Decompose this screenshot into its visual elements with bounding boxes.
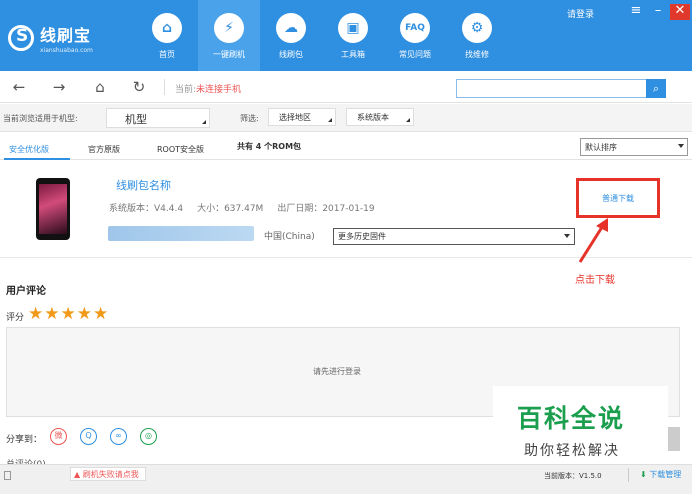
- qzone-icon[interactable]: Q: [80, 428, 97, 445]
- connection-status: 当前:未连接手机: [175, 82, 241, 95]
- download-manager-label: 下载管理: [649, 470, 682, 479]
- divider: [628, 468, 629, 482]
- home-icon: ⌂: [152, 13, 182, 43]
- nav-label: 常见问题: [399, 50, 431, 59]
- rom-count: 共有 4 个ROM包: [237, 142, 302, 151]
- total-comments: 总评论(0): [6, 457, 46, 464]
- nav-label: 工具箱: [341, 50, 365, 59]
- app-domain: xianshuabao.com: [40, 47, 93, 54]
- wechat-icon[interactable]: ◎: [140, 428, 157, 445]
- rating-label: 评分: [6, 313, 25, 323]
- model-label: 当前浏览适用于机型:: [3, 114, 78, 123]
- dropdown-corner-icon: [328, 118, 332, 122]
- active-tab-indicator: [4, 158, 70, 160]
- version-select[interactable]: 系统版本: [346, 108, 414, 126]
- rom-size: 大小：637.47M: [197, 204, 264, 214]
- repair-icon: ⚙: [462, 13, 492, 43]
- model-selector[interactable]: 机型: [106, 108, 210, 128]
- nav-label: 线刷包: [279, 50, 303, 59]
- nav-item-repair[interactable]: ⚙ 找维修: [446, 0, 508, 71]
- flash-failed-help[interactable]: ▲ 刷机失败请点我: [70, 467, 146, 481]
- watermark-subtitle: 助你轻松解决: [524, 443, 620, 459]
- nav-label: 首页: [159, 50, 175, 59]
- logo-icon: [8, 25, 34, 51]
- tab-official[interactable]: 官方原版: [88, 144, 120, 155]
- tab-root-safe[interactable]: ROOT安全版: [157, 144, 204, 155]
- version-select-value: 系统版本: [357, 113, 389, 122]
- dropdown-corner-icon: [406, 118, 410, 122]
- history-firmware-value: 更多历史固件: [338, 232, 386, 241]
- login-link[interactable]: 请登录: [567, 7, 594, 20]
- forward-arrow-icon[interactable]: →: [48, 76, 70, 98]
- download-manager-button[interactable]: ⬇ 下载管理: [640, 469, 681, 480]
- nav-item-home[interactable]: ⌂ 首页: [136, 0, 198, 71]
- nav-item-faq[interactable]: FAQ 常见问题: [384, 0, 446, 71]
- current-version: 当前版本：V1.5.0: [544, 472, 602, 480]
- chevron-down-icon: [564, 234, 570, 238]
- rom-name[interactable]: 线刷包名称: [116, 177, 171, 193]
- app-name: 线刷宝: [40, 26, 92, 45]
- sort-value: 默认排序: [585, 143, 617, 152]
- main-nav: ⌂ 首页 ⚡ 一键刷机 ☁ 线刷包 ▣ 工具箱 FAQ 常见问题 ⚙ 找维修: [136, 0, 508, 71]
- normal-download-button[interactable]: 普通下载: [602, 193, 634, 204]
- weibo-icon[interactable]: 微: [50, 428, 67, 445]
- scrollbar[interactable]: [666, 427, 680, 451]
- nav-label: 一键刷机: [213, 50, 245, 59]
- home-small-icon[interactable]: ⌂: [89, 76, 111, 98]
- comments-title: 用户评论: [6, 286, 46, 297]
- nav-item-rom-packages[interactable]: ☁ 线刷包: [260, 0, 322, 71]
- model-value: 机型: [125, 113, 147, 126]
- pointer-arrow-icon: [578, 218, 608, 263]
- rating-stars[interactable]: ★★★★★: [28, 304, 109, 324]
- blurred-filename: [108, 226, 254, 241]
- divider: [164, 79, 165, 95]
- sort-select[interactable]: 默认排序: [580, 138, 688, 156]
- search-input[interactable]: [456, 79, 646, 98]
- rom-region: 中国(China): [264, 232, 315, 242]
- region-select-value: 选择地区: [279, 113, 311, 122]
- refresh-icon[interactable]: ↻: [128, 76, 150, 98]
- nav-item-one-click-flash[interactable]: ⚡ 一键刷机: [198, 0, 260, 71]
- nav-item-toolbox[interactable]: ▣ 工具箱: [322, 0, 384, 71]
- flash-icon: ⚡: [214, 13, 244, 43]
- status-square-icon: [4, 471, 11, 480]
- nav-label: 找维修: [465, 50, 489, 59]
- login-prompt: 请先进行登录: [313, 367, 361, 376]
- search-icon[interactable]: ⌕: [646, 79, 666, 98]
- rom-meta: 系统版本：V4.4.4 大小：637.47M 出厂日期：2017-01-19: [109, 201, 389, 214]
- rom-date: 出厂日期：2017-01-19: [277, 204, 375, 214]
- chevron-down-icon: [678, 144, 684, 148]
- minimize-icon[interactable]: –: [648, 4, 668, 20]
- qq-icon[interactable]: ∞: [110, 428, 127, 445]
- watermark-title: 百科全说: [517, 404, 626, 433]
- toolbox-icon: ▣: [338, 13, 368, 43]
- download-icon: ⬇: [640, 470, 647, 479]
- app-logo: 线刷宝 xianshuabao.com: [8, 20, 138, 56]
- tab-safe-optimized[interactable]: 安全优化版: [9, 144, 49, 155]
- click-download-annotation: 点击下载: [575, 275, 615, 286]
- back-arrow-icon[interactable]: ←: [8, 76, 30, 98]
- region-select[interactable]: 选择地区: [268, 108, 336, 126]
- status-value: 未连接手机: [196, 85, 242, 95]
- phone-thumbnail: [36, 178, 70, 240]
- rom-version: 系统版本：V4.4.4: [109, 204, 184, 214]
- download-cloud-icon: ☁: [276, 13, 306, 43]
- close-icon[interactable]: ✕: [670, 4, 690, 20]
- menu-icon[interactable]: ≡: [626, 4, 646, 20]
- filter-label: 筛选:: [240, 114, 259, 123]
- history-firmware-select[interactable]: 更多历史固件: [333, 228, 575, 245]
- flash-failed-text: 刷机失败请点我: [82, 470, 139, 479]
- dropdown-corner-icon: [202, 120, 206, 124]
- status-prefix: 当前:: [175, 85, 197, 95]
- faq-icon: FAQ: [400, 13, 430, 43]
- share-label: 分享到：: [6, 435, 43, 445]
